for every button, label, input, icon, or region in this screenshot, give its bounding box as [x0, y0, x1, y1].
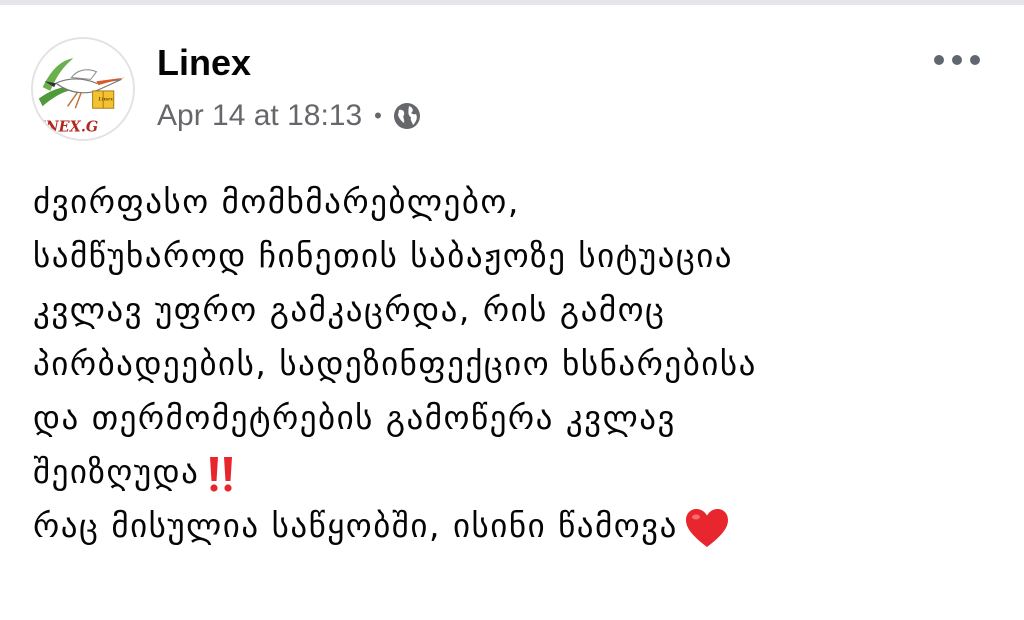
globe-icon[interactable] — [392, 101, 422, 131]
page-avatar[interactable]: Linex INEX.G — [31, 37, 135, 141]
page-name[interactable]: Linex — [157, 43, 251, 83]
post-line: და თერმომეტრების გამოწერა კვლავ — [33, 398, 676, 437]
svg-text:Linex: Linex — [97, 97, 113, 103]
svg-text:INEX.G: INEX.G — [38, 118, 98, 135]
post-meta: Apr 14 at 18:13 • — [157, 98, 422, 134]
facebook-post: Linex INEX.G Linex Apr 14 at 18:13 • ძვი… — [0, 5, 1024, 620]
post-message: ძვირფასო მომხმარებლებო, სამწუხაროდ ჩინეთ… — [33, 175, 1003, 553]
post-line-with-emoji: რაც მისულია საწყობში, ისინი წამოვა — [33, 499, 1003, 553]
post-line-text: შეიზღუდა — [33, 452, 200, 491]
more-dot — [970, 55, 980, 65]
post-line-with-emoji: შეიზღუდა — [33, 445, 1003, 499]
red-heart-icon — [685, 508, 728, 547]
double-exclamation-icon — [210, 456, 233, 492]
more-options-icon[interactable] — [934, 45, 980, 75]
post-line: სამწუხაროდ ჩინეთის საბაჟოზე სიტუაცია — [33, 236, 734, 275]
post-line: ძვირფასო მომხმარებლებო, — [33, 182, 520, 221]
linex-logo: Linex INEX.G — [33, 39, 133, 139]
post-line: პირბადეების, სადეზინფექციო ხსნარებისა — [33, 344, 757, 383]
post-line-text: რაც მისულია საწყობში, ისინი წამოვა — [33, 506, 678, 545]
more-dot — [952, 55, 962, 65]
meta-separator: • — [374, 103, 382, 128]
post-timestamp[interactable]: Apr 14 at 18:13 — [157, 99, 362, 133]
more-dot — [934, 55, 944, 65]
post-line: კვლავ უფრო გამკაცრდა, რის გამოც — [33, 290, 666, 329]
